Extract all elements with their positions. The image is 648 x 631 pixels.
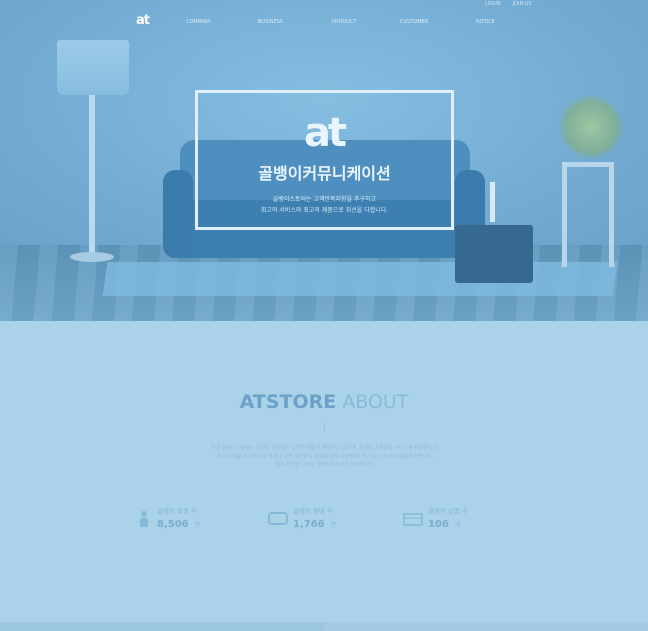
login-link[interactable]: LOGIN — [485, 1, 501, 7]
stat-value: 1,766 건 — [293, 519, 336, 530]
footer-strip-right — [324, 622, 648, 631]
lamp-base-image — [70, 252, 114, 262]
about-title-strong: ATSTORE — [239, 391, 337, 413]
stat-sales: 골뱅이 판매 수 1,766 건 — [268, 505, 378, 537]
nav-item-product[interactable]: PRODUCT — [332, 19, 356, 25]
stat-number: 8,506 — [157, 519, 189, 530]
side-table-image — [562, 162, 614, 267]
about-section — [0, 321, 648, 623]
hero-title: 골뱅이커뮤니케이션 — [258, 164, 391, 183]
stool-image — [455, 225, 533, 283]
stat-label: 골뱅이 판매 수 — [293, 507, 334, 515]
nav-item-notice[interactable]: NOTICE — [476, 19, 495, 25]
stat-unit: 건 — [330, 522, 337, 529]
person-icon — [135, 510, 153, 528]
nav-item-company[interactable]: COMPANY — [186, 19, 211, 25]
about-description: 지금 골뱅이스토어는 국내외 생산되는 다양한 제품을 판매하고 있으며, 최상… — [180, 444, 470, 470]
top-utility-bar: LOGIN JOIN US — [485, 1, 532, 7]
stat-value: 106 개 — [428, 519, 460, 530]
footer-strip — [0, 622, 648, 631]
hero-rug — [102, 262, 618, 296]
main-nav: COMPANY BUSINESS PRODUCT CUSTOMER NOTICE — [186, 19, 506, 25]
hero-subtitle-line-1: 골뱅이스토어는 고객만족지향을 추구하고 — [272, 196, 377, 203]
about-desc-line-2: 최고의 제품과 서비스로 언제나 고객 여러분의 만족을 위해 노력하며, 더 … — [217, 453, 433, 460]
hero-logo: at — [303, 110, 347, 156]
hero-subtitle-line-2: 최고의 서비스와 최고의 제품으로 최선을 다합니다. — [260, 207, 389, 214]
candle-image — [490, 182, 495, 222]
stat-products: 골뱅이 상품 수 106 개 — [403, 505, 513, 537]
about-desc-line-3: 항상 최선을 다하는 골뱅이스토어가 되겠습니다. — [275, 462, 375, 468]
sofa-arm-left-image — [163, 170, 193, 258]
stat-value: 8,506 명 — [157, 519, 200, 530]
stat-label: 골뱅이 회원 수 — [157, 507, 198, 515]
join-link[interactable]: JOIN US — [513, 1, 532, 7]
stat-label: 골뱅이 상품 수 — [428, 507, 469, 515]
hero-subtitle: 골뱅이스토어는 고객만족지향을 추구하고 최고의 서비스와 최고의 제품으로 최… — [195, 194, 454, 216]
stat-number: 1,766 — [293, 519, 325, 530]
stat-number: 106 — [428, 519, 449, 530]
about-desc-line-1: 지금 골뱅이스토어는 국내외 생산되는 다양한 제품을 판매하고 있으며, 최상… — [211, 445, 439, 451]
plant-image — [560, 92, 622, 162]
site-logo[interactable]: at — [136, 14, 154, 28]
nav-item-business[interactable]: BUSINESS — [258, 19, 283, 25]
about-title: ATSTORE ABOUT — [0, 390, 648, 414]
stat-members: 골뱅이 회원 수 8,506 명 — [135, 505, 245, 537]
lamp-pole-image — [89, 95, 95, 255]
about-divider — [324, 423, 325, 431]
stat-unit: 개 — [454, 522, 461, 529]
about-title-light: ABOUT — [342, 391, 409, 413]
stat-unit: 명 — [194, 522, 201, 529]
monitor-icon — [268, 510, 288, 528]
lamp-shade-image — [57, 40, 129, 95]
nav-item-customer[interactable]: CUSTOMER — [400, 19, 428, 25]
box-icon — [403, 510, 423, 528]
